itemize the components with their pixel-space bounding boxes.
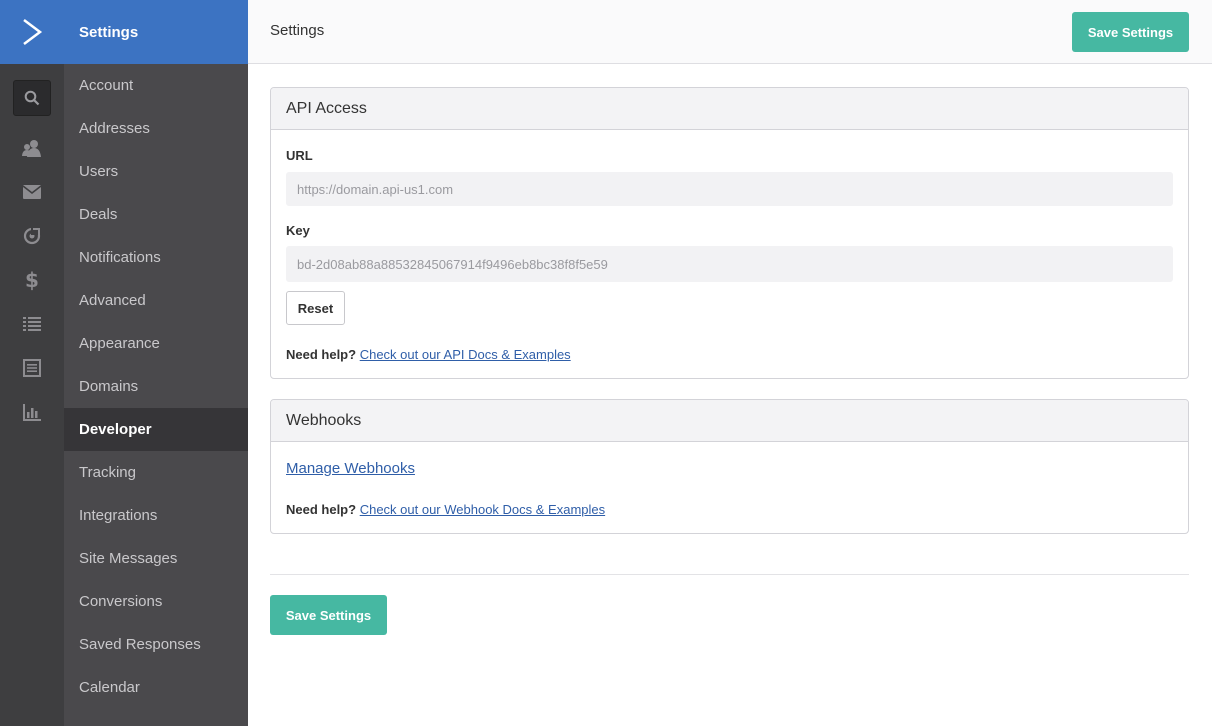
nav-lists[interactable] (0, 302, 64, 346)
api-access-title: API Access (271, 88, 1188, 130)
nav-item-users[interactable]: Users (64, 150, 248, 193)
url-field[interactable] (286, 172, 1173, 206)
search-button[interactable] (13, 80, 51, 116)
dollar-icon: $ (25, 268, 39, 292)
automations-icon (23, 227, 41, 245)
webhook-docs-link[interactable]: Check out our Webhook Docs & Examples (360, 502, 605, 517)
api-help-prefix: Need help? (286, 347, 357, 362)
page-title: Settings (270, 22, 325, 39)
nav-item-notifications[interactable]: Notifications (64, 236, 248, 279)
reports-icon (23, 403, 41, 421)
search-icon (24, 90, 40, 106)
nav-item-integrations[interactable]: Integrations (64, 494, 248, 537)
key-field[interactable] (286, 246, 1173, 282)
settings-nav-title: Settings (64, 0, 248, 64)
nav-item-advanced[interactable]: Advanced (64, 279, 248, 322)
save-settings-button-bottom[interactable]: Save Settings (270, 595, 387, 635)
nav-item-appearance[interactable]: Appearance (64, 322, 248, 365)
nav-item-developer[interactable]: Developer (64, 408, 248, 451)
api-access-panel: API Access URL Key Reset Need help? Chec… (270, 87, 1189, 379)
nav-contacts[interactable] (0, 126, 64, 170)
top-bar: Settings Save Settings (248, 0, 1212, 64)
webhooks-panel: Webhooks Manage Webhooks Need help? Chec… (270, 399, 1189, 534)
reset-key-button[interactable]: Reset (286, 291, 345, 325)
app-logo[interactable] (0, 0, 64, 64)
contacts-icon (22, 140, 41, 157)
nav-item-conversions[interactable]: Conversions (64, 580, 248, 623)
forms-icon (23, 359, 41, 377)
key-label: Key (286, 223, 310, 238)
settings-nav: Settings Account Addresses Users Deals Notif… (64, 0, 248, 726)
chevron-right-logo-icon (23, 19, 43, 45)
webhook-help-text: Need help? Check out our Webhook Docs & … (286, 502, 605, 517)
nav-item-addresses[interactable]: Addresses (64, 107, 248, 150)
mail-icon (23, 185, 41, 199)
manage-webhooks-link[interactable]: Manage Webhooks (286, 460, 415, 477)
api-help-text: Need help? Check out our API Docs & Exam… (286, 347, 571, 362)
nav-item-site-messages[interactable]: Site Messages (64, 537, 248, 580)
nav-forms[interactable] (0, 346, 64, 390)
nav-campaigns[interactable] (0, 170, 64, 214)
icon-rail: $ (0, 0, 64, 726)
nav-item-domains[interactable]: Domains (64, 365, 248, 408)
main-content: Settings Save Settings API Access URL Ke… (248, 0, 1212, 726)
nav-item-tracking[interactable]: Tracking (64, 451, 248, 494)
nav-reports[interactable] (0, 390, 64, 434)
nav-automations[interactable] (0, 214, 64, 258)
nav-item-saved-responses[interactable]: Saved Responses (64, 623, 248, 666)
nav-item-account[interactable]: Account (64, 64, 248, 107)
list-icon (23, 317, 41, 331)
webhooks-title: Webhooks (271, 400, 1188, 442)
divider (270, 574, 1189, 575)
url-label: URL (286, 148, 313, 163)
nav-item-deals[interactable]: Deals (64, 193, 248, 236)
api-docs-link[interactable]: Check out our API Docs & Examples (360, 347, 571, 362)
webhook-help-prefix: Need help? (286, 502, 357, 517)
nav-item-calendar[interactable]: Calendar (64, 666, 248, 709)
nav-deals[interactable]: $ (0, 258, 64, 302)
save-settings-button-top[interactable]: Save Settings (1072, 12, 1189, 52)
